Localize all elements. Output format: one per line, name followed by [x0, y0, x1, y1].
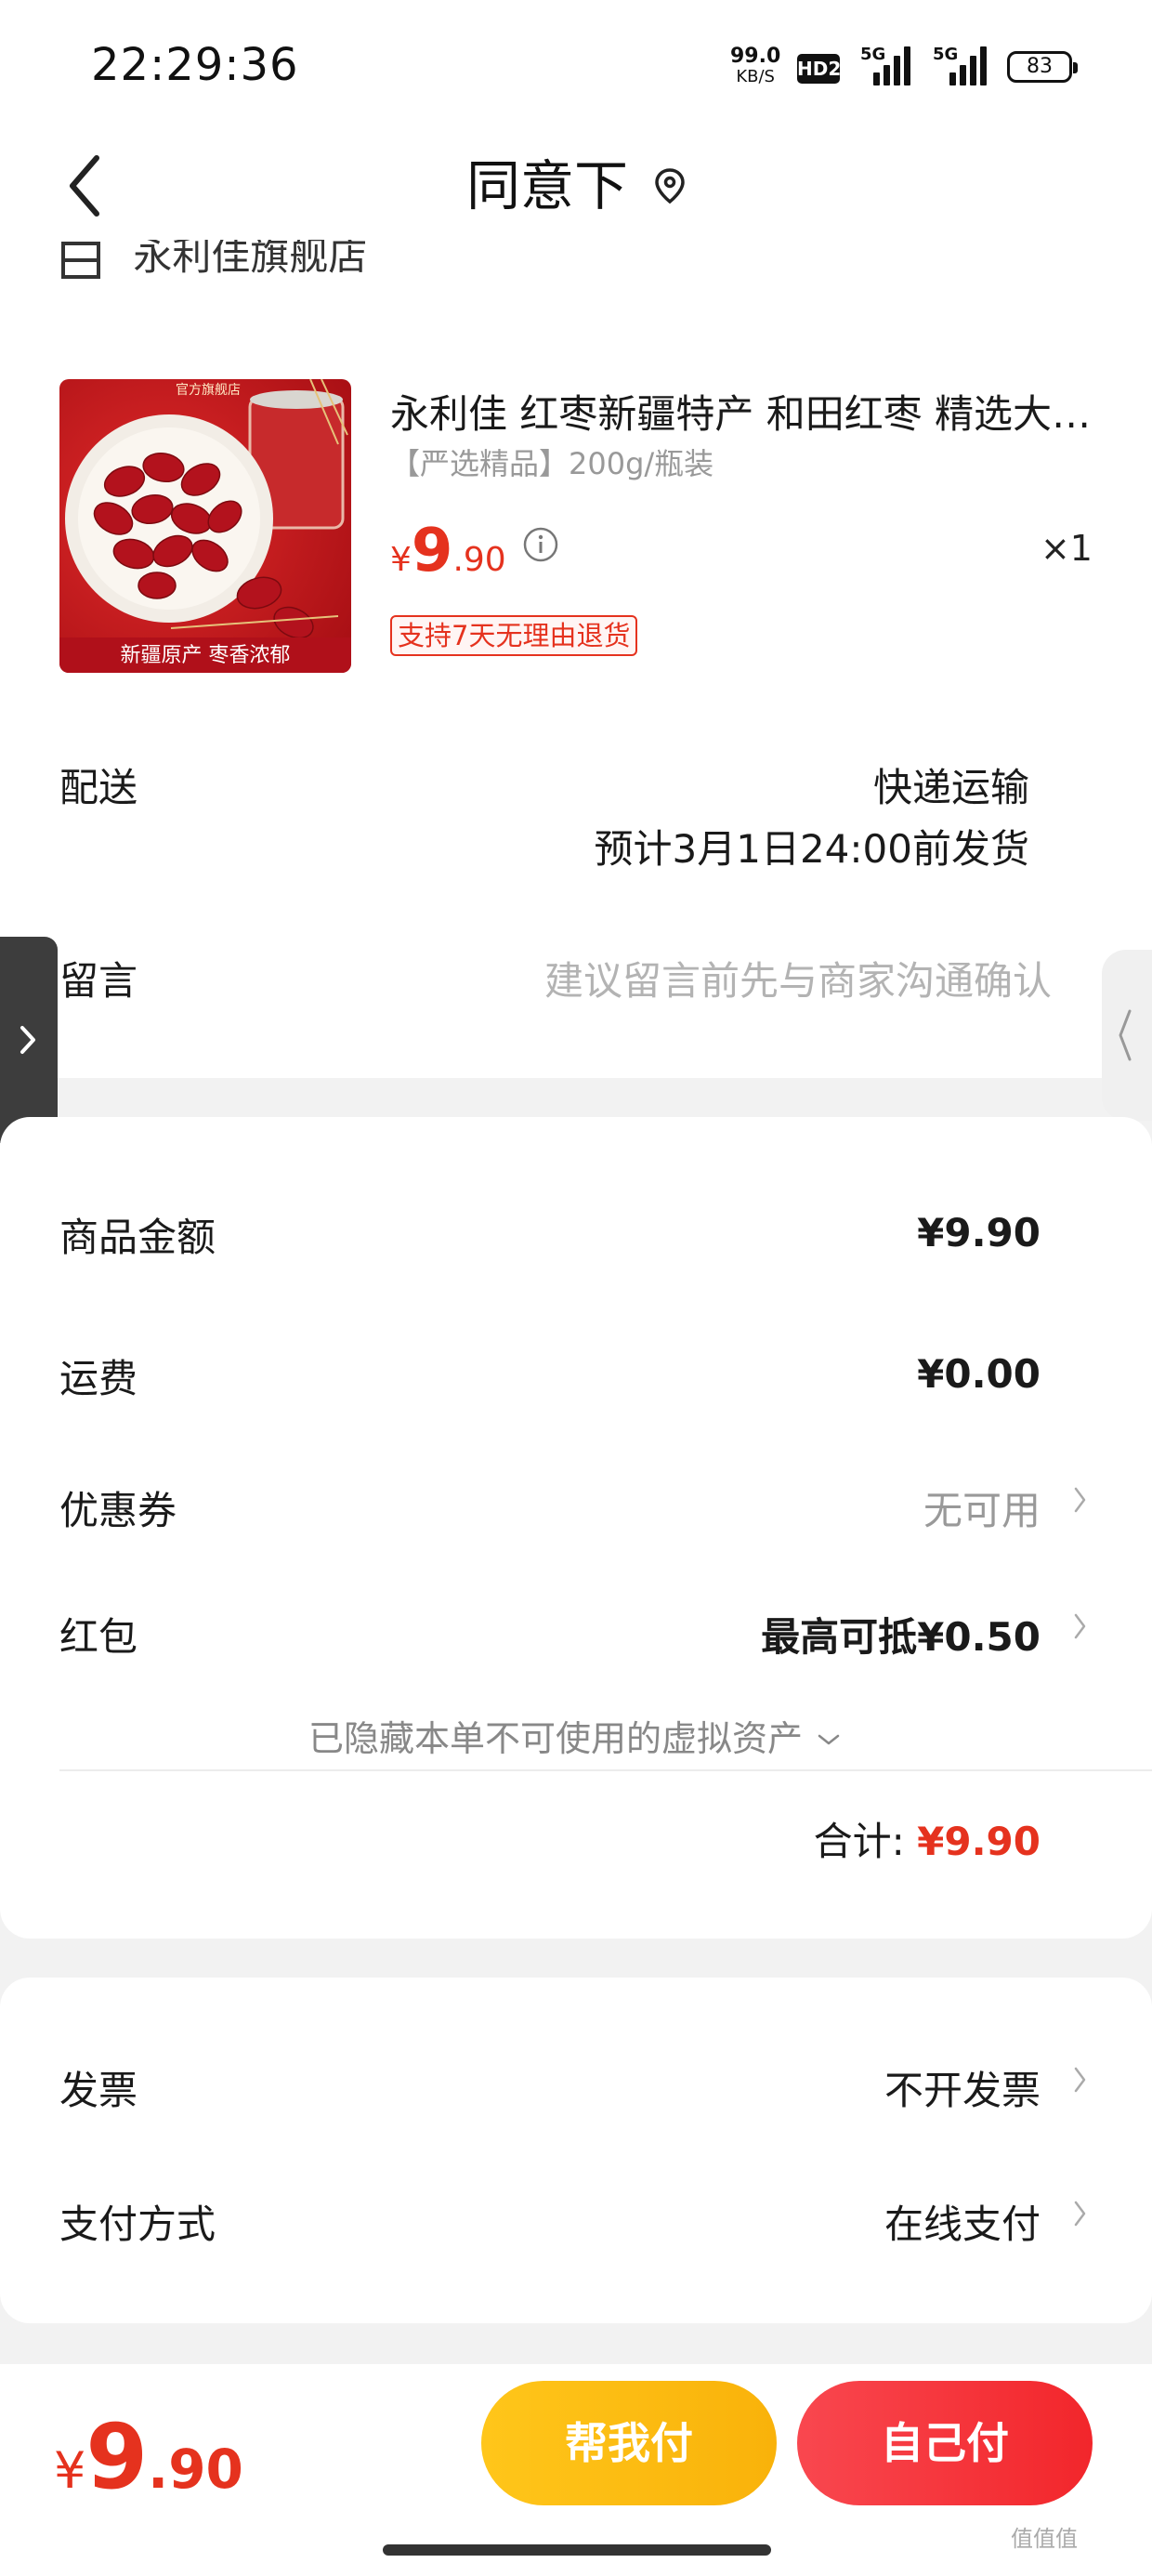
payment-method-value: 在线支付 — [884, 2201, 1041, 2247]
goods-amount-value: ¥9.90 — [917, 1210, 1041, 1255]
hidden-assets-toggle[interactable]: 已隐藏本单不可使用的虚拟资产 — [0, 1710, 1152, 1761]
watermark-logo: 值值值 — [1011, 2526, 1078, 2552]
side-collapse-tab[interactable] — [1102, 950, 1152, 1121]
side-expand-tab[interactable] — [0, 937, 58, 1143]
signal-label-2: 5G — [933, 45, 959, 64]
product-price: ¥9.90 — [390, 517, 506, 585]
message-input[interactable]: 建议留言前先与商家沟通确认 — [544, 950, 1052, 1006]
store-name: 永利佳旗舰店 — [133, 240, 368, 279]
payment-method-label: 支付方式 — [59, 2201, 216, 2247]
return-policy-badge: 支持7天无理由退货 — [390, 615, 638, 656]
total-label: 合计: — [813, 1819, 905, 1864]
price-decimal: .90 — [452, 541, 506, 579]
shipping-label: 运费 — [59, 1356, 138, 1401]
store-header[interactable]: 永利佳旗舰店 — [59, 240, 367, 286]
invoice-label: 发票 — [59, 2068, 138, 2113]
product-name[interactable]: 永利佳 红枣新疆特产 和田红枣 精选大枣 200g/瓶 — [390, 383, 1096, 440]
signal-5g-icon: 5G — [860, 45, 912, 85]
chevron-left-small-icon — [1119, 1009, 1132, 1061]
product-quantity: ×1 — [1040, 528, 1093, 569]
signal-5g-secondary-icon: 5G — [923, 45, 990, 85]
product-image[interactable]: 官方旗舰店 新疆原产 枣香浓郁 — [59, 379, 351, 673]
product-spec: 【严选精品】200g/瓶装 — [390, 446, 714, 481]
network-rate-unit: KB/S — [736, 67, 775, 86]
order-total: 合计: ¥9.90 — [814, 1810, 1041, 1867]
page-header: 同意下 — [0, 149, 1152, 223]
invoice-payment-card — [0, 1978, 1152, 2323]
invoice-value: 不开发票 — [884, 2068, 1041, 2113]
help-me-pay-button[interactable]: 帮我付 — [481, 2381, 777, 2505]
goods-amount-label: 商品金额 — [59, 1215, 216, 1260]
page-title: 同意下 — [465, 154, 628, 217]
delivery-method[interactable]: 快递运输 — [873, 756, 1029, 813]
delivery-eta: 预计3月1日24:00前发货 — [594, 826, 1029, 872]
store-icon — [61, 242, 100, 279]
chevron-right-icon — [1074, 2201, 1086, 2227]
red-packet-value: 最高可抵¥0.50 — [761, 1614, 1041, 1660]
chevron-right-icon — [1074, 1487, 1086, 1513]
hd-voice-icon: HD2 — [797, 54, 841, 84]
home-indicator[interactable] — [383, 2544, 771, 2556]
network-rate: 99.0 KB/S — [730, 46, 780, 87]
footer-price-decimal: .90 — [148, 2438, 243, 2501]
price-integer: 9 — [411, 517, 453, 585]
chevron-right-icon — [1074, 2067, 1086, 2093]
location-pin-icon[interactable] — [654, 167, 686, 204]
signal-label: 5G — [860, 45, 886, 64]
footer-price-symbol: ¥ — [54, 2441, 86, 2500]
coupon-value: 无可用 — [923, 1488, 1041, 1533]
chevron-right-icon — [1074, 1613, 1086, 1639]
network-rate-value: 99.0 — [730, 45, 781, 68]
summary-divider — [59, 1769, 1152, 1771]
pay-myself-button[interactable]: 自己付 — [797, 2381, 1093, 2505]
footer-price-integer: 9 — [85, 2405, 149, 2509]
delivery-label: 配送 — [59, 765, 138, 810]
chevron-down-icon — [818, 1734, 840, 1745]
image-caption: 新疆原产 枣香浓郁 — [121, 644, 291, 667]
image-top-text: 官方旗舰店 — [176, 383, 241, 398]
info-icon[interactable] — [522, 526, 559, 563]
footer-price: ¥9.90 — [54, 2405, 243, 2509]
product-photo: 官方旗舰店 新疆原产 枣香浓郁 — [59, 379, 351, 673]
red-packet-label: 红包 — [59, 1614, 138, 1660]
total-amount: ¥9.90 — [917, 1819, 1041, 1864]
status-time: 22:29:36 — [91, 39, 299, 91]
shipping-value: ¥0.00 — [917, 1351, 1041, 1397]
hidden-assets-text: 已隐藏本单不可使用的虚拟资产 — [308, 1718, 803, 1759]
chevron-right-icon — [20, 1026, 35, 1054]
price-symbol: ¥ — [390, 541, 412, 579]
message-label: 留言 — [59, 958, 138, 1004]
battery-icon: 83 — [1007, 51, 1078, 83]
coupon-label: 优惠券 — [59, 1488, 177, 1533]
